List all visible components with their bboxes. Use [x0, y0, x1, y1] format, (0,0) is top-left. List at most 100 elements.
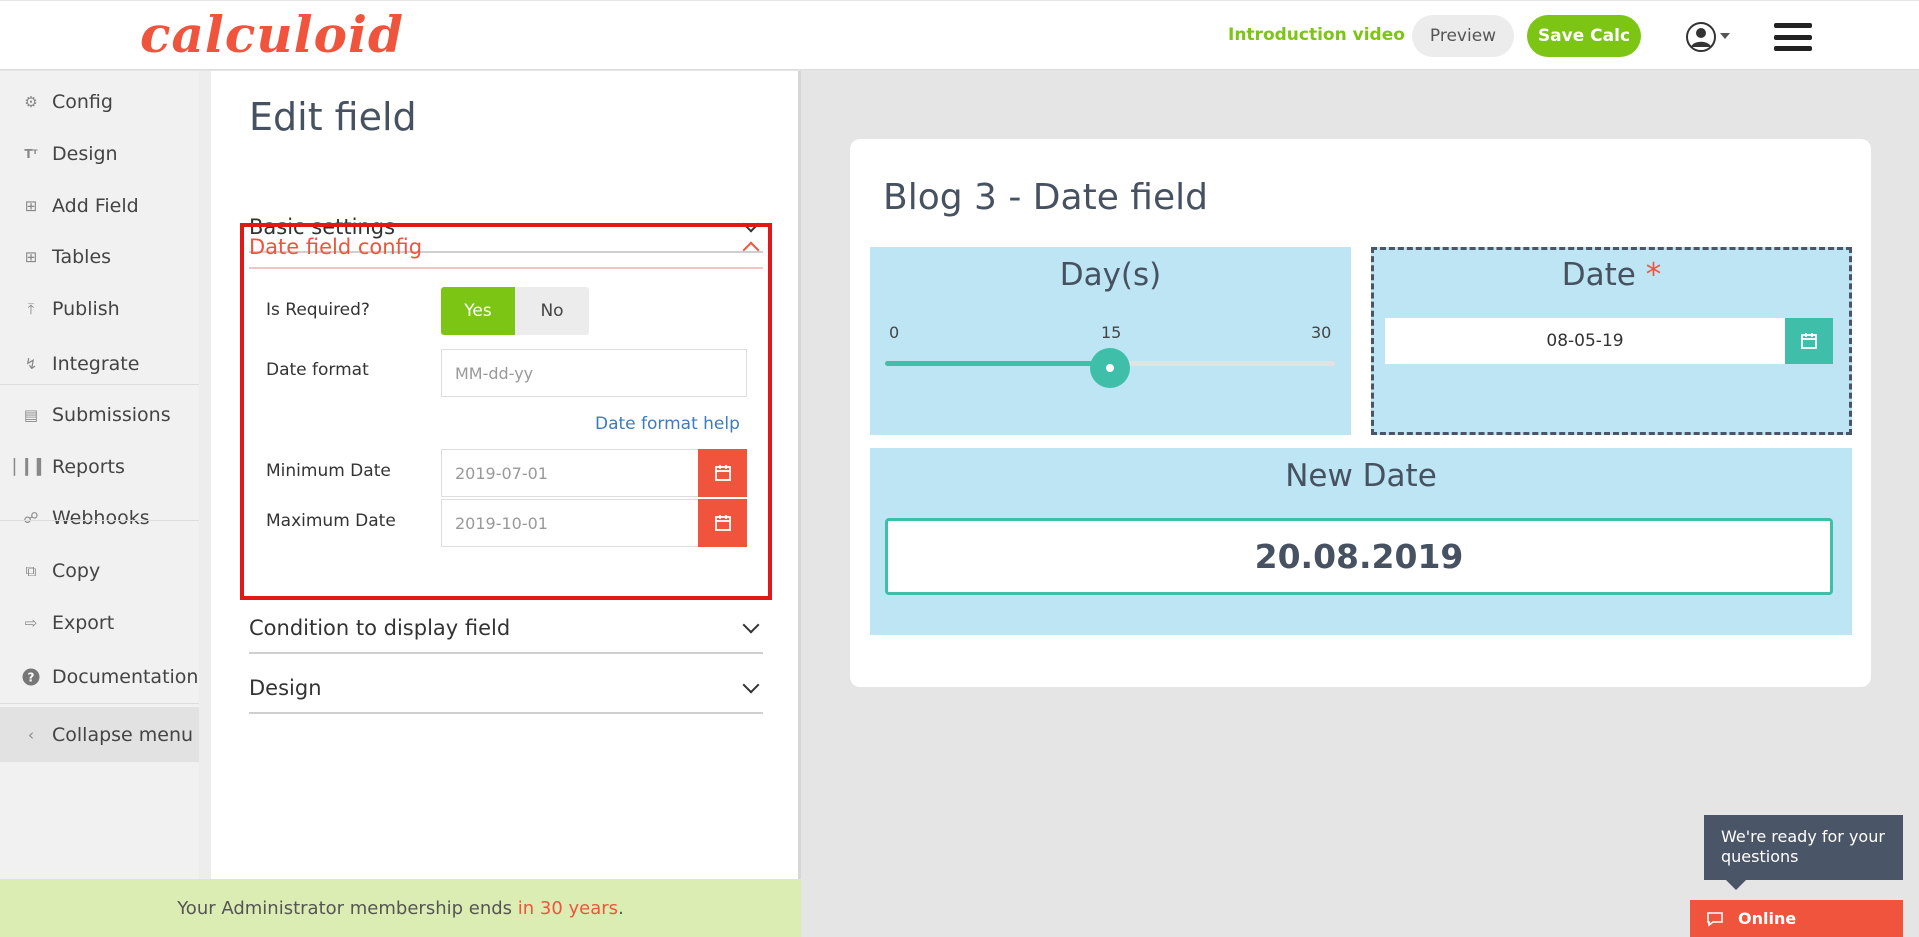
section-date-field-config[interactable]: Date field config: [249, 227, 763, 269]
sidebar-item-documentation[interactable]: ? Documentation: [0, 655, 199, 699]
sidebar-item-label: Tables: [52, 246, 112, 268]
sidebar-item-integrate[interactable]: ↯ Integrate: [0, 342, 199, 386]
sidebar-item-label: Config: [52, 91, 113, 113]
new-date-title: New Date: [1285, 458, 1437, 494]
sidebar-item-design[interactable]: Tᵀ Design: [0, 132, 199, 176]
upload-icon: ⤒: [27, 300, 35, 318]
top-bar: calculoid Introduction video Preview Sav…: [0, 0, 1919, 70]
user-menu-caret-icon[interactable]: [1720, 33, 1730, 39]
chat-status-label: Online: [1738, 909, 1797, 928]
chevron-left-icon: ‹: [28, 725, 34, 744]
chevron-down-icon: [742, 676, 760, 694]
chevron-down-icon: [742, 616, 760, 634]
text-size-icon: Tᵀ: [24, 147, 38, 161]
minimum-date-label: Minimum Date: [266, 461, 391, 481]
required-no-button[interactable]: No: [515, 287, 589, 335]
webhook-icon: ☍: [23, 509, 39, 527]
svg-text:?: ?: [28, 671, 35, 685]
introduction-video-link[interactable]: Introduction video: [1228, 25, 1405, 45]
sidebar-item-label: Collapse menu: [52, 723, 194, 746]
sidebar-item-submissions[interactable]: ▤ Submissions: [0, 393, 199, 437]
preview-button[interactable]: Preview: [1412, 15, 1514, 57]
slider-min-label: 0: [889, 323, 900, 342]
date-title-text: Date: [1561, 257, 1636, 293]
sidebar-item-add-field[interactable]: ⊞ Add Field: [0, 184, 199, 228]
section-label: Design: [249, 676, 322, 700]
bar-chart-icon: ▏▎▍: [13, 458, 49, 476]
date-input[interactable]: 08-05-19: [1385, 318, 1785, 364]
chevron-up-icon: [742, 241, 760, 259]
days-slider-fill: [885, 361, 1110, 366]
sidebar-item-label: Reports: [52, 456, 125, 478]
is-required-label: Is Required?: [266, 300, 370, 320]
section-condition-to-display[interactable]: Condition to display field: [249, 608, 763, 654]
calendar-icon: [714, 515, 731, 531]
membership-end: .: [618, 897, 624, 919]
sidebar-item-tables[interactable]: ⊞ Tables: [0, 235, 199, 279]
maximum-date-calendar-button[interactable]: [698, 499, 747, 547]
maximum-date-input[interactable]: 2019-10-01: [441, 499, 698, 547]
date-block: Date * 08-05-19: [1371, 247, 1852, 435]
section-label: Date field config: [249, 235, 423, 259]
chat-tooltip: We're ready for your questions: [1704, 815, 1903, 890]
section-design[interactable]: Design: [249, 668, 763, 714]
sidebar-item-webhooks[interactable]: ☍ Webhooks: [0, 496, 199, 540]
sidebar-item-label: Webhooks: [52, 507, 150, 529]
flow-icon: ↯: [24, 355, 38, 373]
calendar-icon: [1801, 333, 1817, 349]
sidebar-item-label: Submissions: [52, 404, 171, 426]
membership-highlight: in 30 years: [517, 897, 619, 919]
calculator-title: Blog 3 - Date field: [883, 177, 1208, 218]
days-block: Day(s) 0 15 30: [870, 247, 1351, 435]
sidebar-divider: [0, 520, 199, 521]
date-format-input[interactable]: MM-dd-yy: [441, 349, 747, 397]
sidebar-item-export[interactable]: ⇨ Export: [0, 601, 199, 645]
date-field-config-section: Date field config Is Required? Yes No Da…: [240, 223, 772, 600]
sidebar-item-label: Export: [52, 612, 115, 634]
is-required-toggle: Yes No: [441, 287, 589, 335]
maximum-date-label: Maximum Date: [266, 511, 396, 531]
date-title: Date *: [1374, 257, 1849, 293]
chat-bubble-icon: [1706, 911, 1724, 927]
sidebar-item-label: Publish: [52, 298, 120, 320]
sidebar-item-config[interactable]: ⚙ Config: [0, 80, 199, 124]
new-date-block: New Date 20.08.2019: [870, 448, 1852, 635]
question-circle-icon: ?: [20, 668, 42, 686]
user-avatar-icon[interactable]: [1686, 22, 1716, 52]
sidebar-item-label: Integrate: [52, 353, 140, 375]
sidebar-divider: [0, 703, 199, 704]
inbox-icon: ▤: [23, 406, 39, 424]
export-icon: ⇨: [24, 614, 38, 632]
section-label: Condition to display field: [249, 616, 511, 640]
sidebar-gap: [199, 71, 211, 879]
sidebar-item-collapse-menu[interactable]: ‹ Collapse menu: [0, 707, 199, 762]
minimum-date-input[interactable]: 2019-07-01: [441, 449, 698, 497]
edit-field-panel: Edit field Basic settings Date field con…: [211, 71, 801, 879]
minimum-date-calendar-button[interactable]: [698, 449, 747, 497]
sidebar-item-publish[interactable]: ⤒ Publish: [0, 287, 199, 331]
date-format-help-link[interactable]: Date format help: [595, 414, 740, 434]
gear-icon: ⚙: [24, 93, 38, 111]
table-icon: ⊞: [24, 248, 38, 266]
save-calc-button[interactable]: Save Calc: [1527, 15, 1641, 57]
date-calendar-button[interactable]: [1785, 318, 1833, 364]
sidebar-item-reports[interactable]: ▏▎▍ Reports: [0, 445, 199, 489]
calendar-icon: [714, 465, 731, 481]
logo[interactable]: calculoid: [140, 5, 404, 64]
slider-mid-label: 15: [1101, 323, 1122, 342]
sidebar-item-label: Documentation: [52, 666, 199, 688]
chat-online-button[interactable]: Online: [1690, 900, 1903, 937]
hamburger-menu-icon[interactable]: [1774, 23, 1812, 51]
new-date-result: 20.08.2019: [885, 518, 1833, 595]
sidebar: ⚙ Config Tᵀ Design ⊞ Add Field ⊞ Tables …: [0, 71, 199, 879]
date-format-label: Date format: [266, 360, 369, 380]
membership-text: Your Administrator membership ends: [177, 897, 518, 919]
sidebar-item-label: Design: [52, 143, 118, 165]
required-yes-button[interactable]: Yes: [441, 287, 515, 335]
sidebar-item-label: Copy: [52, 560, 101, 582]
page-title: Edit field: [249, 95, 417, 139]
days-title: Day(s): [1059, 257, 1162, 293]
days-slider-handle[interactable]: [1090, 348, 1130, 388]
required-star: *: [1645, 257, 1662, 293]
sidebar-item-copy[interactable]: ⧉ Copy: [0, 549, 199, 593]
